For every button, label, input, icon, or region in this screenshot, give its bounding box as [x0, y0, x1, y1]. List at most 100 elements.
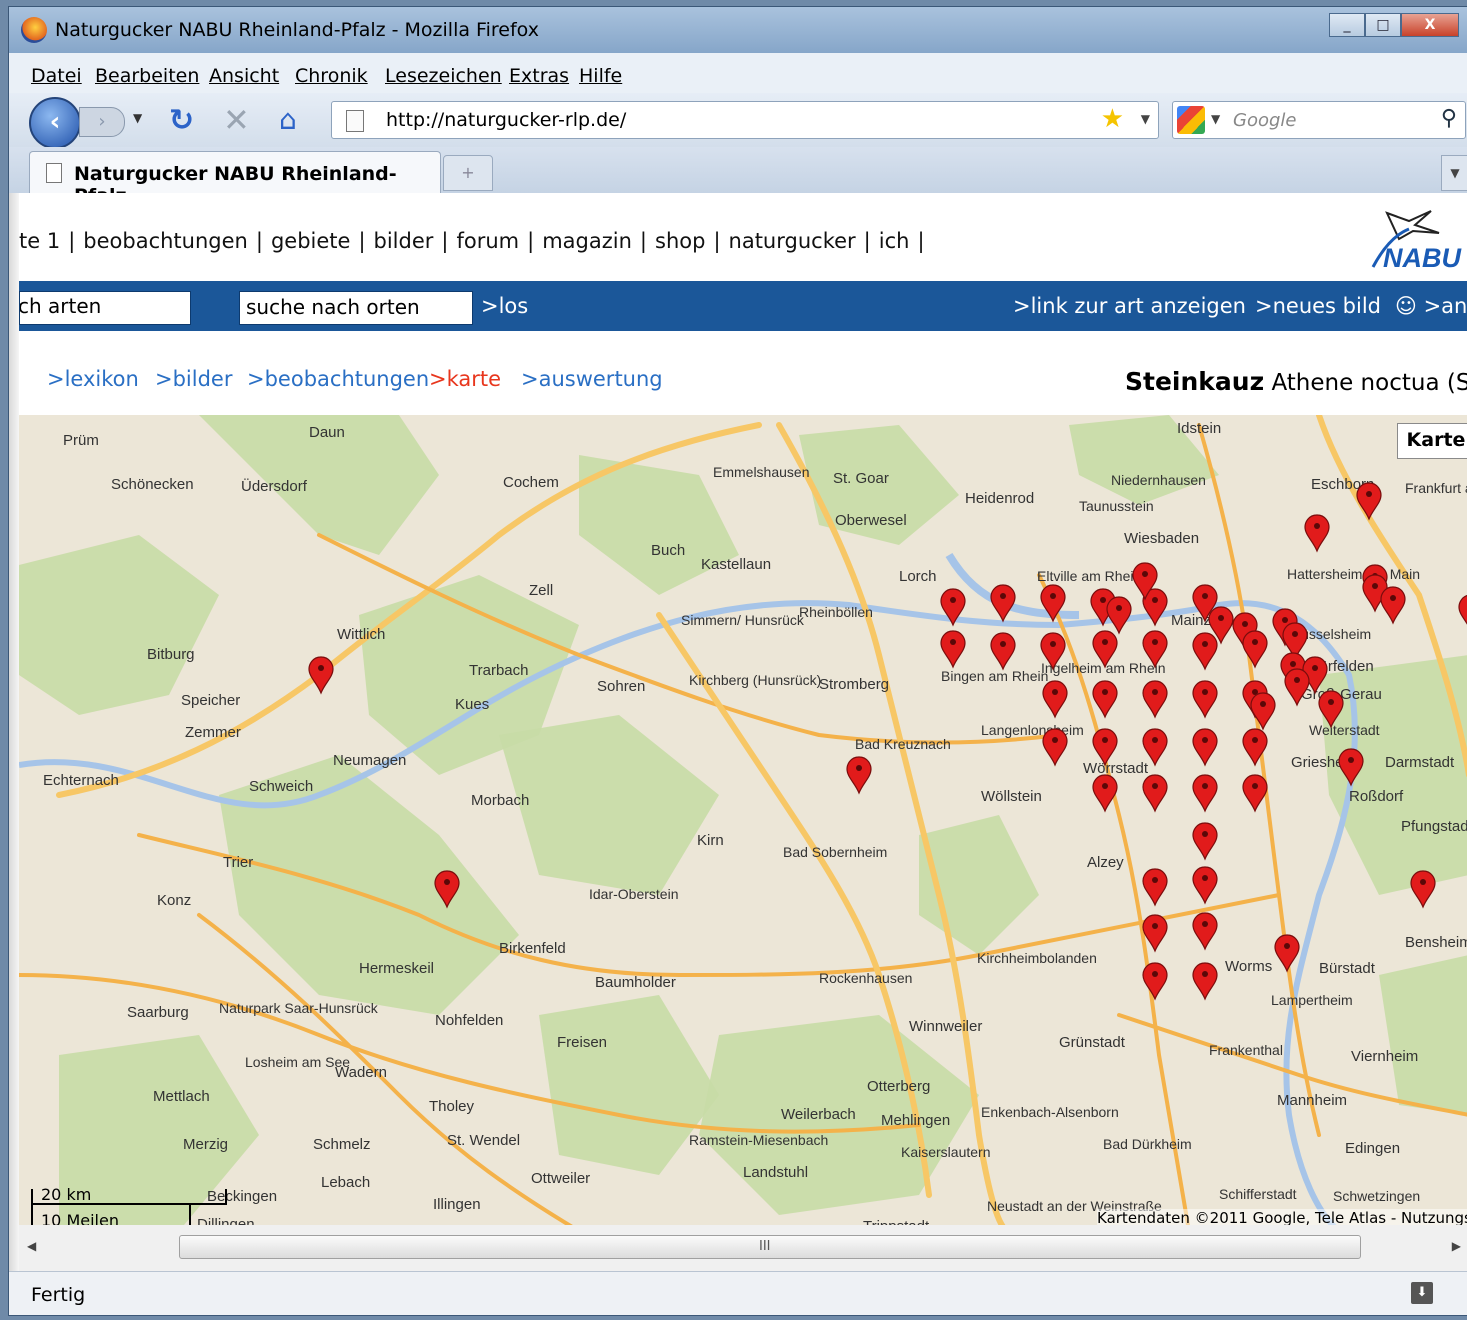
nav-item-gebiete[interactable]: gebiete [271, 229, 351, 253]
observation-marker[interactable] [1242, 630, 1268, 669]
observation-marker[interactable] [1192, 866, 1218, 905]
forward-button[interactable]: › [79, 107, 125, 137]
minimize-button[interactable]: _ [1329, 13, 1365, 37]
place-label: Emmelshausen [713, 464, 810, 480]
observation-marker[interactable] [1356, 482, 1382, 521]
observation-marker[interactable] [1410, 870, 1436, 909]
bookmark-star-icon[interactable]: ★ [1101, 104, 1124, 134]
nav-item-start[interactable]: te 1 [19, 229, 60, 253]
menu-ansicht[interactable]: Ansicht [209, 65, 279, 87]
subnav-lexikon[interactable]: >lexikon [47, 367, 139, 391]
observation-marker[interactable] [990, 632, 1016, 671]
go-link[interactable]: >los [481, 294, 528, 318]
subnav-beobachtungen[interactable]: >beobachtungen [247, 367, 429, 391]
search-bar: ch arten suche nach orten >los >link zur… [19, 281, 1467, 331]
home-icon[interactable]: ⌂ [279, 103, 297, 136]
menu-bearbeiten[interactable]: Bearbeiten [95, 65, 199, 87]
observation-marker[interactable] [1242, 774, 1268, 813]
subnav-auswertung[interactable]: >auswertung [521, 367, 663, 391]
window-controls: _ □ X [1329, 13, 1459, 37]
subnav-karte[interactable]: >karte [429, 367, 501, 391]
observation-marker[interactable] [1192, 822, 1218, 861]
nav-item-shop[interactable]: shop [655, 229, 705, 253]
map-copyright[interactable]: Kartendaten ©2011 Google, Tele Atlas - N… [1097, 1209, 1467, 1225]
observation-marker[interactable] [1192, 728, 1218, 767]
status-bar: Fertig ⬇ [9, 1271, 1467, 1315]
url-dropdown-icon[interactable]: ▼ [1141, 112, 1150, 126]
menu-chronik[interactable]: Chronik [295, 65, 368, 87]
nav-item-beobachtungen[interactable]: beobachtungen [83, 229, 248, 253]
scroll-left-icon[interactable]: ◀ [27, 1239, 36, 1253]
close-button[interactable]: X [1401, 13, 1459, 37]
observation-marker[interactable] [1092, 680, 1118, 719]
menu-hilfe[interactable]: Hilfe [579, 65, 622, 87]
map-canvas[interactable]: Prüm Daun Cochem Emmelshausen St. Goar Oberwe… [19, 415, 1467, 1225]
scroll-right-icon[interactable]: ▶ [1452, 1239, 1461, 1253]
horizontal-scrollbar[interactable]: ◀ III ▶ [19, 1229, 1467, 1265]
history-dropdown-icon[interactable]: ▼ [133, 111, 142, 125]
nav-item-magazin[interactable]: magazin [542, 229, 632, 253]
place-label: Heidenrod [965, 490, 1034, 507]
observation-marker[interactable] [1142, 680, 1168, 719]
place-label: Enkenbach-Alsenborn [981, 1104, 1119, 1120]
observation-marker[interactable] [1380, 586, 1406, 625]
menu-datei[interactable]: Datei [31, 65, 82, 87]
menu-lesezeichen[interactable]: Lesezeichen [385, 65, 502, 87]
observation-marker[interactable] [1192, 962, 1218, 1001]
observation-marker[interactable] [1192, 774, 1218, 813]
reload-icon[interactable]: ↻ [169, 103, 194, 138]
observation-marker[interactable] [846, 756, 872, 795]
observation-marker[interactable] [1142, 962, 1168, 1001]
observation-marker[interactable] [1458, 595, 1467, 631]
search-placeholder[interactable]: Google [1233, 110, 1296, 131]
place-label: Illingen [433, 1196, 481, 1213]
observation-marker[interactable] [1250, 692, 1276, 731]
observation-marker[interactable] [1142, 868, 1168, 907]
new-image-link[interactable]: >neues bild [1255, 294, 1381, 318]
nav-item-ich[interactable]: ich [879, 229, 910, 253]
search-icon[interactable]: ⚲ [1441, 106, 1457, 131]
download-icon[interactable]: ⬇ [1411, 1282, 1433, 1304]
url-text[interactable]: http://naturgucker-rlp.de/ [386, 109, 626, 131]
nav-item-bilder[interactable]: bilder [374, 229, 434, 253]
nav-item-forum[interactable]: forum [456, 229, 519, 253]
url-bar[interactable]: http://naturgucker-rlp.de/ ★ ▼ [331, 101, 1159, 139]
menu-extras[interactable]: Extras [509, 65, 569, 87]
place-label: Weiterstadt [1309, 722, 1380, 738]
tab-list-icon[interactable]: ▼ [1441, 155, 1467, 191]
new-tab-button[interactable]: + [443, 155, 493, 191]
subnav-bilder[interactable]: >bilder [155, 367, 232, 391]
observation-marker[interactable] [1106, 596, 1132, 635]
maximize-button[interactable]: □ [1365, 13, 1401, 37]
observation-marker[interactable] [1274, 934, 1300, 973]
observation-marker[interactable] [1042, 728, 1068, 767]
observation-marker[interactable] [1304, 514, 1330, 553]
observation-marker[interactable] [940, 630, 966, 669]
stop-icon[interactable]: ✕ [223, 101, 250, 139]
place-label: Otterberg [867, 1078, 930, 1095]
observation-marker[interactable] [1092, 774, 1118, 813]
observation-marker[interactable] [1142, 774, 1168, 813]
place-search-input[interactable]: suche nach orten [239, 291, 473, 325]
nabu-logo[interactable]: NABU [1369, 193, 1467, 279]
observation-marker[interactable] [1042, 680, 1068, 719]
observation-marker[interactable] [1192, 912, 1218, 951]
back-button[interactable]: ‹ [29, 97, 81, 149]
species-search-input[interactable]: ch arten [19, 291, 191, 325]
tab-naturgucker[interactable]: Naturgucker NABU Rheinland-Pfalz [29, 151, 441, 207]
login-link[interactable]: ☺ >anm [1395, 294, 1467, 318]
observation-map[interactable]: Prüm Daun Cochem Emmelshausen St. Goar Oberwe… [19, 415, 1467, 1225]
search-box[interactable]: ▼ Google ⚲ [1172, 101, 1466, 139]
place-label: Ottweiler [531, 1170, 590, 1187]
observation-marker[interactable] [1142, 914, 1168, 953]
nav-item-naturgucker[interactable]: naturgucker [729, 229, 856, 253]
map-type-button[interactable]: Karte [1397, 423, 1467, 459]
observation-marker[interactable] [1192, 632, 1218, 671]
place-label: Echternach [43, 772, 119, 789]
google-icon[interactable] [1177, 106, 1205, 134]
observation-marker[interactable] [990, 584, 1016, 623]
observation-marker[interactable] [1192, 680, 1218, 719]
observation-marker[interactable] [308, 656, 334, 695]
show-species-link[interactable]: >link zur art anzeigen [1013, 294, 1246, 318]
search-engine-dropdown-icon[interactable]: ▼ [1211, 112, 1220, 126]
